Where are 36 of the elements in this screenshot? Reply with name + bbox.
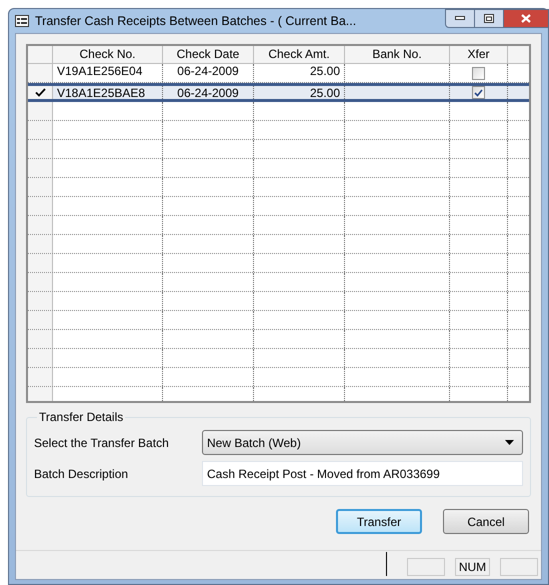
dialog-button[interactable]: Transfer — [336, 509, 422, 534]
table-cell: 06-24-2009 — [177, 86, 239, 100]
batch-dropdown[interactable]: New Batch (Web) — [202, 430, 523, 455]
column-header[interactable]: Xfer — [450, 46, 508, 63]
description-field[interactable]: Cash Receipt Post - Moved from AR033699 — [202, 461, 523, 486]
maximize-icon — [484, 14, 494, 22]
num-lock-indicator: NUM — [455, 558, 490, 576]
window-icon — [15, 15, 29, 27]
table-row[interactable]: V18A1E25BAE8 06-24-2009 25.00 — [28, 83, 529, 102]
status-pane — [407, 558, 445, 576]
close-button[interactable] — [503, 8, 549, 28]
group-title: Transfer Details — [37, 410, 126, 424]
row-header[interactable] — [28, 86, 53, 99]
field-label: Select the Transfer Batch — [34, 434, 170, 452]
close-icon — [521, 14, 531, 22]
check-icon — [34, 88, 46, 97]
table-cell: V19A1E256E04 — [57, 64, 142, 78]
column-header[interactable]: Check Date — [163, 46, 254, 63]
table-cell: V18A1E25BAE8 — [57, 86, 146, 100]
checkmark-icon — [474, 88, 483, 96]
dialog-button[interactable]: Cancel — [443, 509, 529, 534]
status-pane — [500, 558, 538, 576]
column-header[interactable]: Check Amt. — [254, 46, 345, 63]
minimize-button[interactable] — [445, 8, 475, 28]
column-header[interactable]: Check No. — [53, 46, 163, 63]
column-header[interactable]: Bank No. — [345, 46, 450, 63]
table-cell: 06-24-2009 — [177, 64, 239, 78]
field-label: Batch Description — [34, 466, 130, 482]
window-title: Transfer Cash Receipts Between Batches - ( Current Ba... — [35, 12, 356, 30]
minimize-icon — [455, 16, 465, 20]
dropdown-arrow-icon — [505, 440, 514, 445]
table-cell: 25.00 — [310, 64, 340, 78]
table-cell: 25.00 — [310, 86, 340, 100]
maximize-button[interactable] — [475, 8, 503, 28]
xfer-checkbox[interactable] — [472, 86, 485, 99]
xfer-checkbox[interactable] — [472, 66, 485, 80]
